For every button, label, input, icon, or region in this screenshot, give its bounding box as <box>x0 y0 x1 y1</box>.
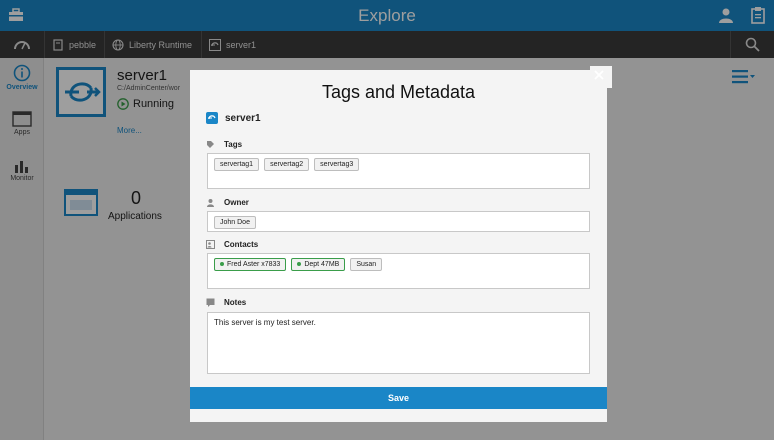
contacts-label: Contacts <box>224 240 259 249</box>
close-icon <box>594 70 604 80</box>
tag-chip[interactable]: servertag3 <box>314 158 360 171</box>
owner-label: Owner <box>224 198 249 207</box>
dialog-title: Tags and Metadata <box>321 82 476 102</box>
save-button[interactable]: Save <box>190 387 607 409</box>
notes-label: Notes <box>224 298 247 307</box>
tag-chip[interactable]: servertag2 <box>264 158 310 171</box>
tags-metadata-dialog: Tags and Metadata server1 Tags servertag… <box>190 70 607 422</box>
notes-section-label: Notes <box>206 298 246 307</box>
contact-chip[interactable]: Dept 47MB <box>291 258 346 271</box>
notes-text: This server is my test server. <box>214 318 316 327</box>
contacts-field[interactable]: Fred Aster x7833 Dept 47MB Susan <box>207 253 590 289</box>
tag-icon <box>207 141 214 148</box>
contact-chip-label: Susan <box>356 261 377 268</box>
contact-card-icon <box>206 240 215 249</box>
owner-section-label: Owner <box>206 198 249 207</box>
online-status-icon <box>220 262 224 267</box>
tags-section-label: Tags <box>206 140 242 149</box>
contacts-section-label: Contacts <box>206 240 258 249</box>
contact-chip[interactable]: Fred Aster x7833 <box>214 258 287 271</box>
notes-icon <box>206 298 215 307</box>
tag-chip[interactable]: servertag1 <box>214 158 260 171</box>
close-button[interactable] <box>590 66 612 88</box>
owner-icon <box>207 199 214 207</box>
tags-field[interactable]: servertag1 servertag2 servertag3 <box>207 153 590 189</box>
tags-label: Tags <box>224 140 243 149</box>
server-icon <box>206 112 218 124</box>
contact-chip-label: Dept 47MB <box>304 261 340 268</box>
owner-field[interactable]: John Doe <box>207 211 590 232</box>
dialog-server-name: server1 <box>225 112 261 124</box>
online-status-icon <box>297 262 302 267</box>
notes-textarea[interactable]: This server is my test server. <box>207 312 590 374</box>
contact-chip-label: Fred Aster x7833 <box>227 261 281 268</box>
owner-chip[interactable]: John Doe <box>214 216 256 229</box>
contact-chip[interactable]: Susan <box>350 258 383 271</box>
dialog-server: server1 <box>206 112 261 124</box>
